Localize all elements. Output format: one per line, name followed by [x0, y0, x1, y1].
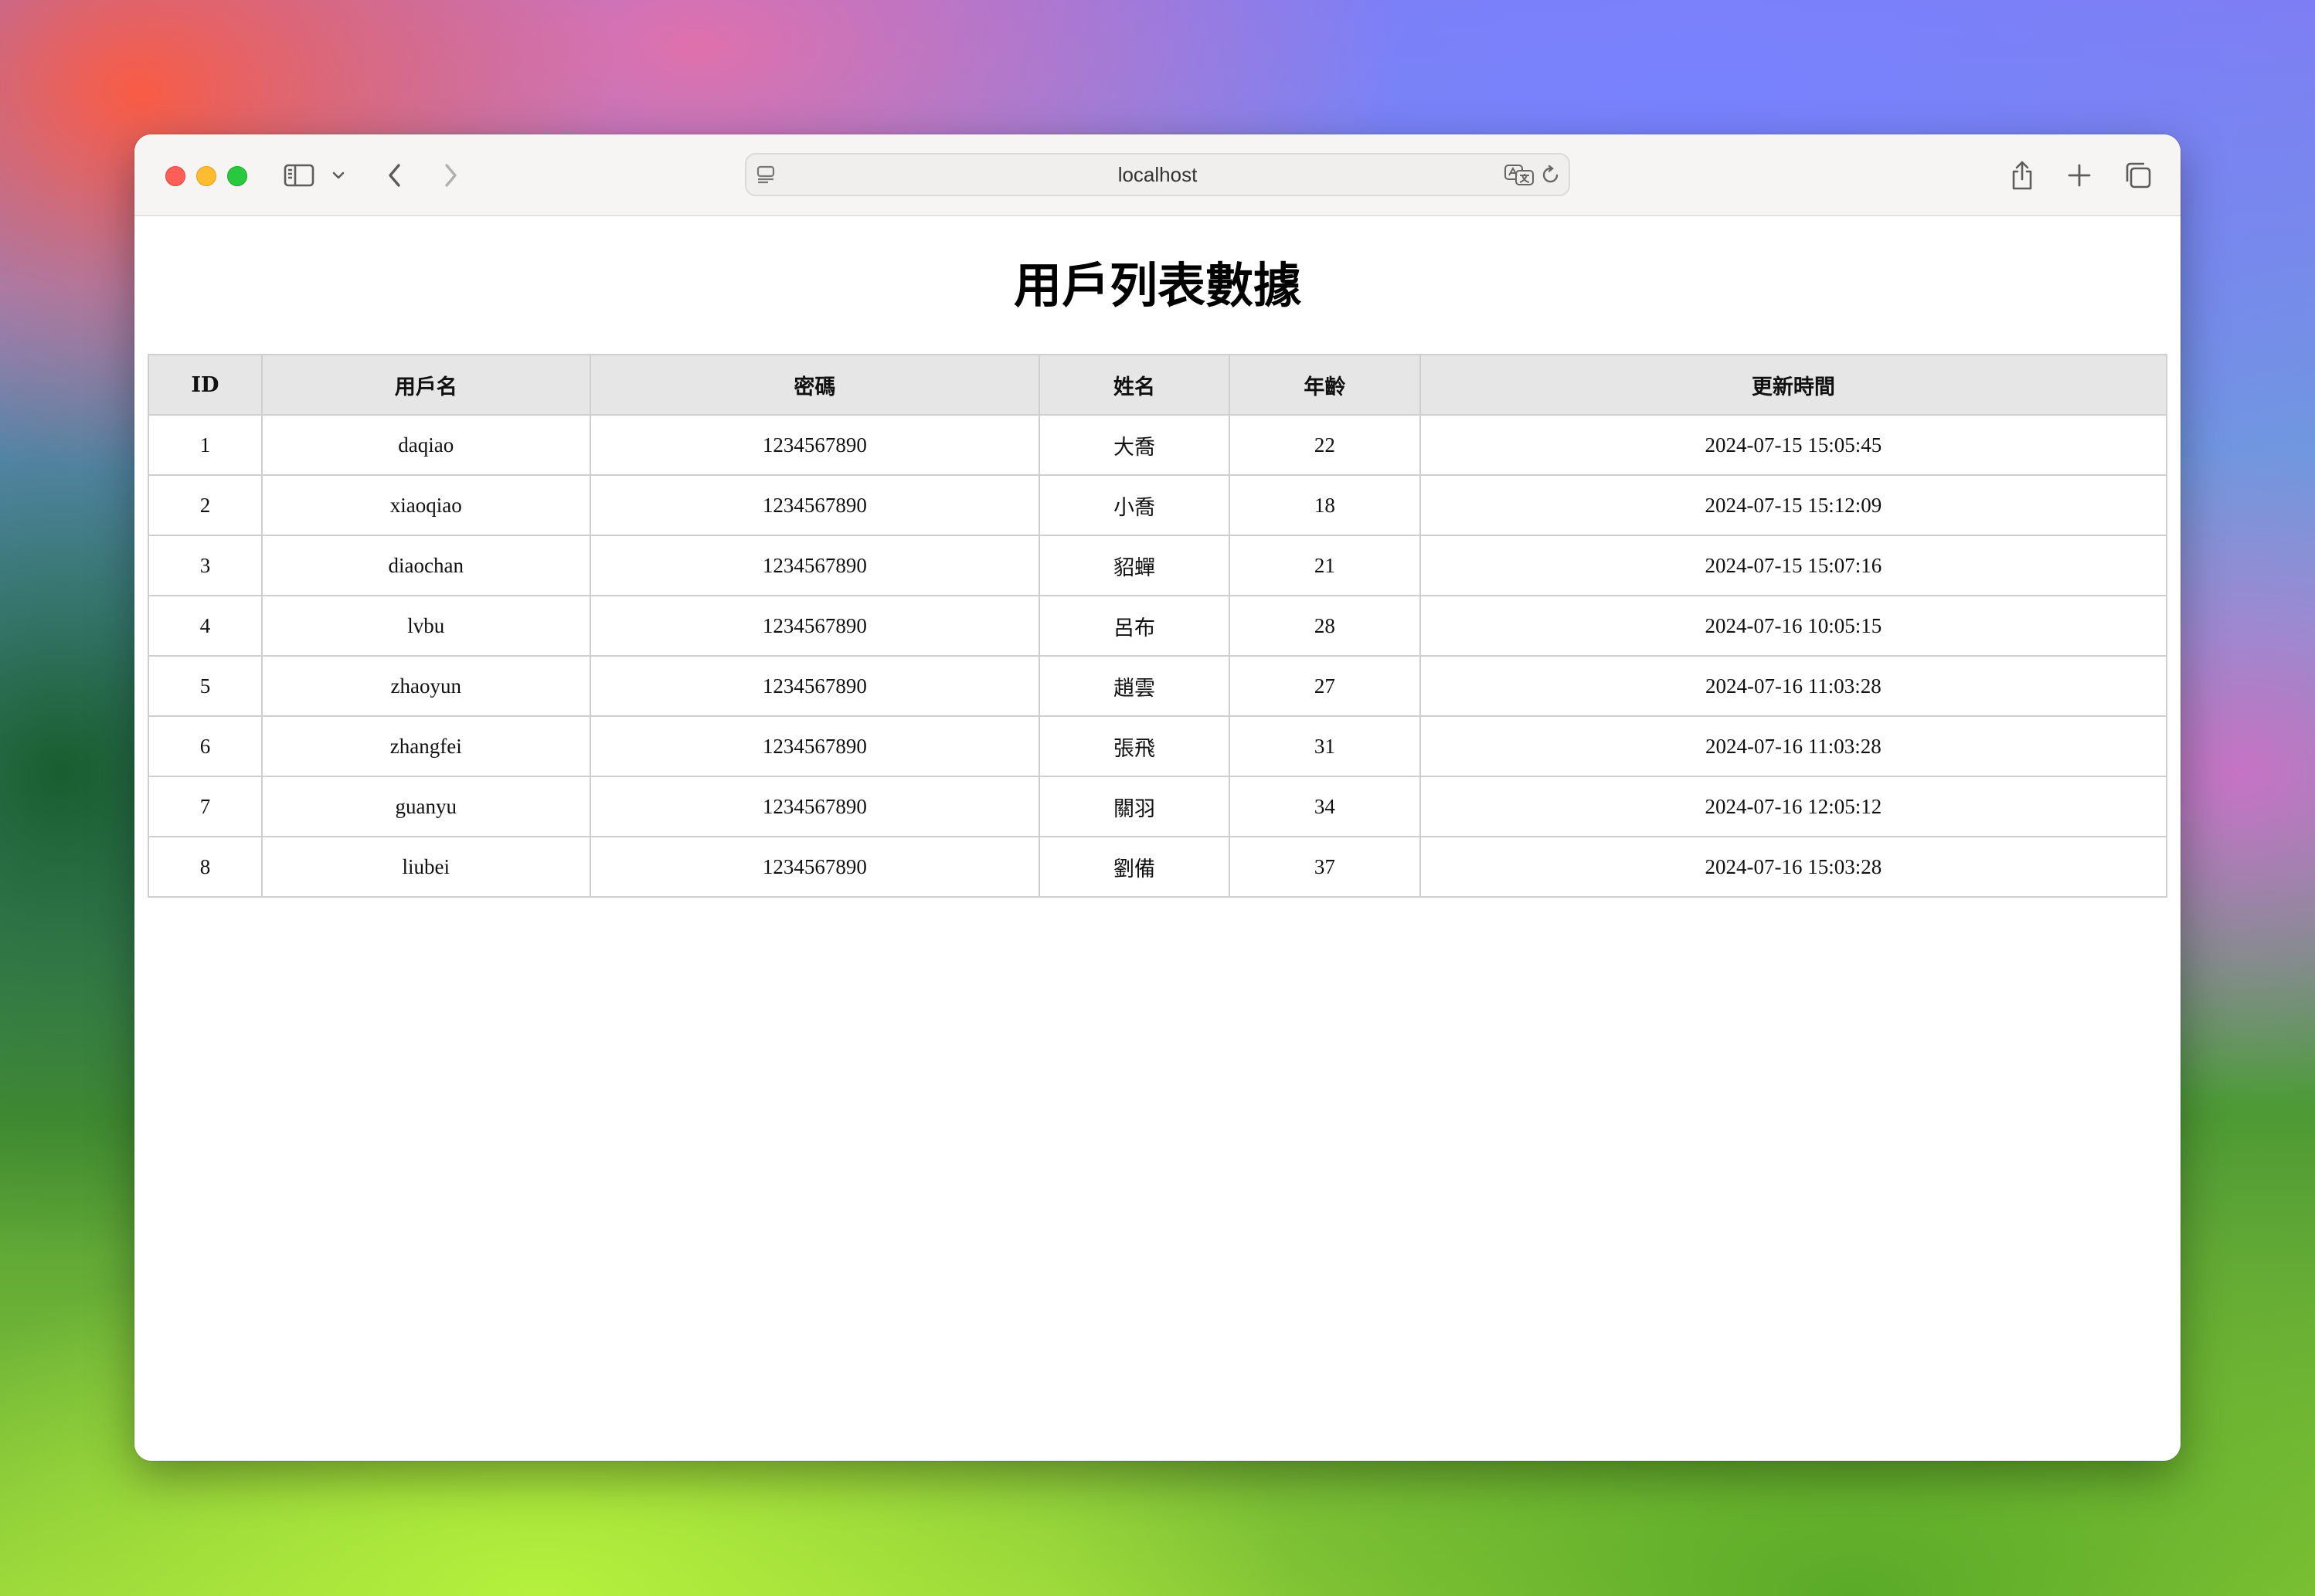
- cell-age: 28: [1228, 595, 1421, 657]
- cell-username: daqiao: [260, 414, 591, 476]
- user-table: ID 用戶名 密碼 姓名 年齡 更新時間 1 daqiao 1234567890…: [148, 354, 2168, 898]
- cell-password: 1234567890: [589, 836, 1041, 898]
- cell-username: zhaoyun: [260, 655, 591, 717]
- cell-age: 31: [1228, 715, 1421, 777]
- new-tab-button[interactable]: [2062, 158, 2097, 193]
- cell-name: 呂布: [1039, 595, 1230, 657]
- cell-name: 劉備: [1039, 836, 1230, 898]
- cell-password: 1234567890: [589, 474, 1041, 536]
- header-id: ID: [148, 354, 263, 416]
- cell-updated-time: 2024-07-16 11:03:28: [1419, 715, 2168, 777]
- share-button[interactable]: [2004, 158, 2040, 193]
- cell-name: 貂蟬: [1039, 535, 1230, 596]
- cell-password: 1234567890: [589, 535, 1041, 596]
- cell-password: 1234567890: [589, 776, 1041, 837]
- browser-window: localhost 用戶列表數據 ID 用戶名 密碼 姓名 年齡 更新時間 1 …: [134, 134, 2181, 1461]
- table-row: 1 daqiao 1234567890 大喬 22 2024-07-15 15:…: [148, 414, 2168, 476]
- chevron-left-icon: [389, 164, 400, 187]
- cell-updated-time: 2024-07-15 15:05:45: [1419, 414, 2168, 476]
- cell-id: 2: [148, 474, 263, 536]
- sidebar-toggle-button[interactable]: [281, 158, 317, 193]
- cell-password: 1234567890: [589, 414, 1041, 476]
- tab-group-menu-button[interactable]: [328, 158, 349, 193]
- address-bar[interactable]: localhost: [745, 153, 1570, 196]
- chevron-down-icon: [332, 171, 345, 179]
- chevron-right-icon: [445, 164, 457, 187]
- cell-age: 34: [1228, 776, 1421, 837]
- tab-overview-button[interactable]: [2120, 158, 2156, 193]
- cell-username: liubei: [260, 836, 591, 898]
- cell-updated-time: 2024-07-16 11:03:28: [1419, 655, 2168, 717]
- cell-updated-time: 2024-07-16 10:05:15: [1419, 595, 2168, 657]
- cell-id: 4: [148, 595, 263, 657]
- table-body: 1 daqiao 1234567890 大喬 22 2024-07-15 15:…: [148, 414, 2168, 898]
- cell-id: 5: [148, 655, 263, 717]
- cell-id: 6: [148, 715, 263, 777]
- cell-password: 1234567890: [589, 715, 1041, 777]
- table-row: 2 xiaoqiao 1234567890 小喬 18 2024-07-15 1…: [148, 474, 2168, 536]
- share-icon: [2012, 161, 2032, 190]
- cell-updated-time: 2024-07-16 12:05:12: [1419, 776, 2168, 837]
- table-row: 6 zhangfei 1234567890 張飛 31 2024-07-16 1…: [148, 715, 2168, 777]
- address-text[interactable]: localhost: [746, 155, 1569, 195]
- close-window-button[interactable]: [165, 166, 185, 186]
- cell-password: 1234567890: [589, 595, 1041, 657]
- cell-updated-time: 2024-07-16 15:03:28: [1419, 836, 2168, 898]
- cell-age: 22: [1228, 414, 1421, 476]
- cell-updated-time: 2024-07-15 15:12:09: [1419, 474, 2168, 536]
- tab-overview-icon: [2126, 162, 2151, 188]
- forward-button[interactable]: [433, 158, 468, 193]
- cell-name: 趙雲: [1039, 655, 1230, 717]
- minimize-window-button[interactable]: [196, 166, 216, 186]
- cell-username: lvbu: [260, 595, 591, 657]
- header-age: 年齡: [1228, 354, 1421, 416]
- translate-icon[interactable]: [1504, 163, 1535, 186]
- cell-age: 27: [1228, 655, 1421, 717]
- cell-id: 7: [148, 776, 263, 837]
- cell-username: xiaoqiao: [260, 474, 591, 536]
- cell-username: guanyu: [260, 776, 591, 837]
- header-updated-time: 更新時間: [1419, 354, 2168, 416]
- table-row: 5 zhaoyun 1234567890 趙雲 27 2024-07-16 11…: [148, 655, 2168, 717]
- table-row: 4 lvbu 1234567890 呂布 28 2024-07-16 10:05…: [148, 595, 2168, 657]
- cell-password: 1234567890: [589, 655, 1041, 717]
- page-title: 用戶列表數據: [1013, 257, 1301, 314]
- reload-icon[interactable]: [1541, 165, 1561, 185]
- cell-name: 小喬: [1039, 474, 1230, 536]
- cell-id: 3: [148, 535, 263, 596]
- cell-id: 8: [148, 836, 263, 898]
- sidebar-icon: [284, 164, 314, 187]
- cell-updated-time: 2024-07-15 15:07:16: [1419, 535, 2168, 596]
- header-password: 密碼: [589, 354, 1041, 416]
- cell-name: 張飛: [1039, 715, 1230, 777]
- back-button[interactable]: [377, 158, 413, 193]
- cell-name: 大喬: [1039, 414, 1230, 476]
- cell-age: 21: [1228, 535, 1421, 596]
- cell-username: diaochan: [260, 535, 591, 596]
- table-row: 7 guanyu 1234567890 關羽 34 2024-07-16 12:…: [148, 776, 2168, 837]
- header-name: 姓名: [1039, 354, 1230, 416]
- page-content: 用戶列表數據 ID 用戶名 密碼 姓名 年齡 更新時間 1 daqiao 123…: [134, 216, 2181, 1461]
- table-row: 3 diaochan 1234567890 貂蟬 21 2024-07-15 1…: [148, 535, 2168, 596]
- table-row: 8 liubei 1234567890 劉備 37 2024-07-16 15:…: [148, 836, 2168, 898]
- maximize-window-button[interactable]: [227, 166, 247, 186]
- browser-toolbar: localhost: [134, 134, 2181, 216]
- cell-username: zhangfei: [260, 715, 591, 777]
- table-header: ID 用戶名 密碼 姓名 年齡 更新時間: [148, 354, 2168, 416]
- cell-id: 1: [148, 414, 263, 476]
- cell-age: 18: [1228, 474, 1421, 536]
- cell-name: 關羽: [1039, 776, 1230, 837]
- header-username: 用戶名: [260, 354, 591, 416]
- cell-age: 37: [1228, 836, 1421, 898]
- table-header-row: ID 用戶名 密碼 姓名 年齡 更新時間: [148, 354, 2168, 416]
- plus-icon: [2068, 164, 2091, 187]
